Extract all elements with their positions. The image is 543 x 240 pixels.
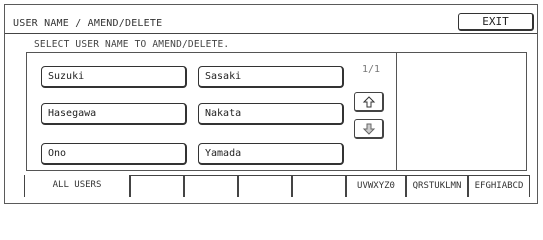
title-divider — [5, 33, 537, 34]
tab-empty-2[interactable] — [184, 175, 238, 197]
scroll-down-button[interactable] — [354, 119, 384, 139]
user-button-ono[interactable]: Ono — [41, 143, 187, 165]
user-button-yamada[interactable]: Yamada — [198, 143, 344, 165]
list-divider — [396, 52, 397, 171]
user-button-sasaki[interactable]: Sasaki — [198, 66, 344, 88]
user-button-hasegawa[interactable]: Hasegawa — [41, 103, 187, 125]
user-button-nakata[interactable]: Nakata — [198, 103, 344, 125]
tab-empty-3[interactable] — [238, 175, 292, 197]
up-arrow-icon — [362, 95, 376, 109]
tab-empty-1[interactable] — [130, 175, 184, 197]
tab-all-users[interactable]: ALL USERS — [24, 175, 130, 197]
tab-empty-4[interactable] — [292, 175, 346, 197]
user-button-suzuki[interactable]: Suzuki — [41, 66, 187, 88]
tab-qrstuklmn[interactable]: QRSTUKLMN — [406, 175, 468, 197]
tab-uvwxyz0[interactable]: UVWXYZ0 — [346, 175, 406, 197]
page-title: USER NAME / AMEND/DELETE — [13, 18, 163, 29]
index-tabs: ALL USERS UVWXYZ0 QRSTUKLMN EFGHIABCD — [24, 175, 530, 197]
down-arrow-icon — [362, 122, 376, 136]
scroll-up-button[interactable] — [354, 92, 384, 112]
tab-efghiabcd[interactable]: EFGHIABCD — [468, 175, 530, 197]
exit-button[interactable]: EXIT — [458, 13, 534, 31]
instruction-text: SELECT USER NAME TO AMEND/DELETE. — [34, 39, 230, 50]
page-indicator: 1/1 — [361, 64, 381, 75]
